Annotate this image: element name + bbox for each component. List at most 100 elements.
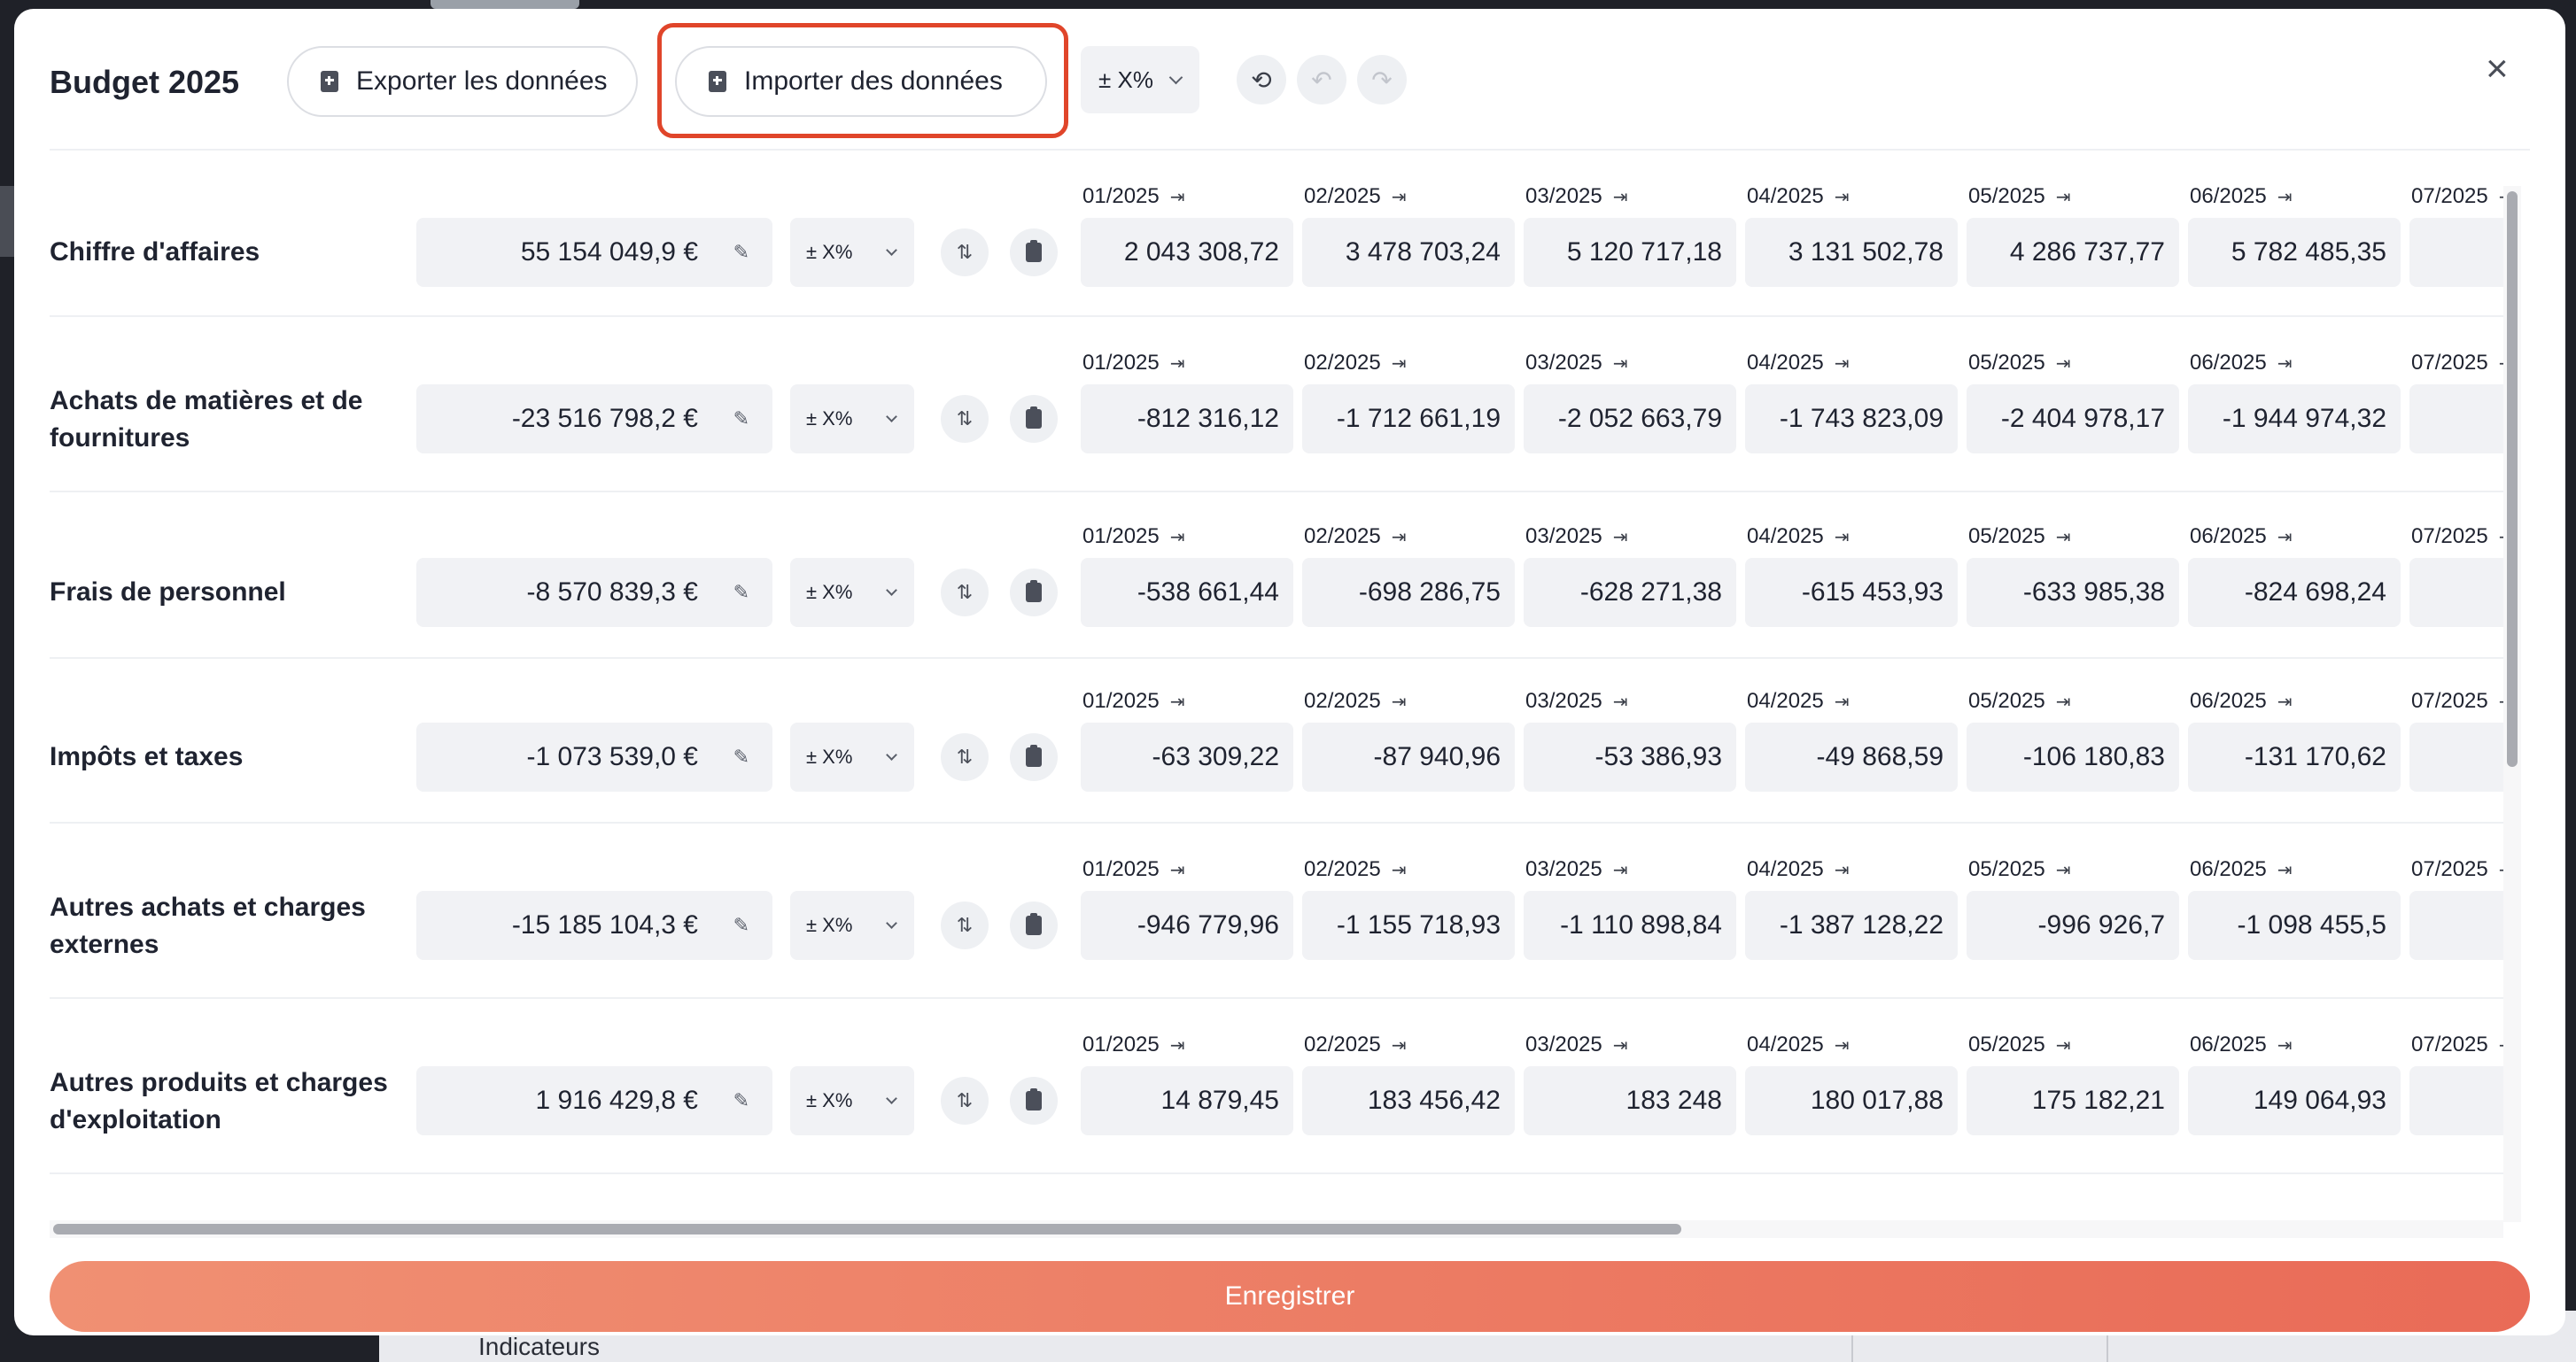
row-total-field[interactable]: -1 073 539,0 € ✎ [416, 723, 772, 792]
month-value-input[interactable]: -812 316,12 [1081, 384, 1293, 453]
month-value-input[interactable]: -53 386,93 [1524, 723, 1736, 792]
month-value-input[interactable]: -76 [2409, 558, 2503, 627]
swap-button[interactable]: ⇅ [941, 228, 989, 276]
month-value-input[interactable]: 2 043 308,72 [1081, 218, 1293, 287]
month-value-input[interactable]: 17 [2409, 1066, 2503, 1135]
arrow-to-right-icon[interactable]: ⇥ [1392, 188, 1407, 207]
arrow-to-right-icon[interactable]: ⇥ [2056, 528, 2071, 547]
export-data-button[interactable]: Exporter les données [287, 46, 638, 117]
month-value-input[interactable]: 183 248 [1524, 1066, 1736, 1135]
arrow-to-right-icon[interactable]: ⇥ [1392, 528, 1407, 547]
paste-button[interactable] [1010, 395, 1058, 443]
arrow-to-right-icon[interactable]: ⇥ [1392, 693, 1407, 712]
swap-button[interactable]: ⇅ [941, 902, 989, 949]
arrow-to-right-icon[interactable]: ⇥ [1835, 354, 1850, 374]
month-value-input[interactable]: -1 110 898,84 [1524, 891, 1736, 960]
month-value-input[interactable]: 5 162 [2409, 218, 2503, 287]
arrow-to-right-icon[interactable]: ⇥ [1835, 528, 1850, 547]
arrow-to-right-icon[interactable]: ⇥ [1835, 1036, 1850, 1056]
month-value-input[interactable]: -628 271,38 [1524, 558, 1736, 627]
swap-button[interactable]: ⇅ [941, 569, 989, 616]
pencil-icon[interactable]: ✎ [733, 241, 749, 264]
arrow-to-right-icon[interactable]: ⇥ [1835, 693, 1850, 712]
arrow-to-right-icon[interactable]: ⇥ [1613, 861, 1628, 880]
month-value-input[interactable]: 5 782 485,35 [2188, 218, 2401, 287]
pencil-icon[interactable]: ✎ [733, 581, 749, 604]
swap-button[interactable]: ⇅ [941, 733, 989, 781]
paste-button[interactable] [1010, 1077, 1058, 1125]
paste-button[interactable] [1010, 733, 1058, 781]
month-value-input[interactable]: -824 698,24 [2188, 558, 2401, 627]
history-button[interactable]: ⟲ [1237, 55, 1286, 104]
arrow-to-right-icon[interactable]: ⇥ [2056, 354, 2071, 374]
row-total-field[interactable]: 1 916 429,8 € ✎ [416, 1066, 772, 1135]
arrow-to-right-icon[interactable]: ⇥ [1170, 861, 1185, 880]
undo-button[interactable]: ↶ [1297, 55, 1346, 104]
month-value-input[interactable]: 175 182,21 [1967, 1066, 2179, 1135]
month-value-input[interactable]: -1 387 128,22 [1745, 891, 1958, 960]
month-value-input[interactable]: -131 170,62 [2188, 723, 2401, 792]
arrow-to-right-icon[interactable]: ⇥ [1613, 354, 1628, 374]
row-percent-select[interactable]: ± X% [790, 558, 914, 627]
month-value-input[interactable]: -996 926,7 [1967, 891, 2179, 960]
month-value-input[interactable]: -1 712 661,19 [1302, 384, 1515, 453]
month-value-input[interactable]: -633 985,38 [1967, 558, 2179, 627]
paste-button[interactable] [1010, 228, 1058, 276]
pencil-icon[interactable]: ✎ [733, 407, 749, 430]
arrow-to-right-icon[interactable]: ⇥ [1613, 528, 1628, 547]
month-value-input[interactable]: -615 453,93 [1745, 558, 1958, 627]
save-button[interactable]: Enregistrer [50, 1261, 2530, 1332]
row-percent-select[interactable]: ± X% [790, 384, 914, 453]
arrow-to-right-icon[interactable]: ⇥ [2277, 528, 2293, 547]
arrow-to-right-icon[interactable]: ⇥ [2056, 188, 2071, 207]
month-value-input[interactable]: -63 309,22 [1081, 723, 1293, 792]
month-value-input[interactable]: -698 286,75 [1302, 558, 1515, 627]
arrow-to-right-icon[interactable]: ⇥ [1392, 1036, 1407, 1056]
pencil-icon[interactable]: ✎ [733, 1089, 749, 1112]
arrow-to-right-icon[interactable]: ⇥ [2277, 693, 2293, 712]
arrow-to-right-icon[interactable]: ⇥ [1392, 354, 1407, 374]
month-value-input[interactable]: -49 868,59 [1745, 723, 1958, 792]
month-value-input[interactable]: -1 743 823,09 [1745, 384, 1958, 453]
arrow-to-right-icon[interactable]: ⇥ [1170, 693, 1185, 712]
arrow-to-right-icon[interactable]: ⇥ [1170, 1036, 1185, 1056]
month-value-input[interactable]: -87 940,96 [1302, 723, 1515, 792]
month-value-input[interactable]: 149 064,93 [2188, 1066, 2401, 1135]
month-value-input[interactable]: -2 052 663,79 [1524, 384, 1736, 453]
arrow-to-right-icon[interactable]: ⇥ [1835, 861, 1850, 880]
paste-button[interactable] [1010, 902, 1058, 949]
vertical-scrollbar-thumb[interactable] [2507, 191, 2518, 767]
redo-button[interactable]: ↷ [1357, 55, 1407, 104]
row-total-field[interactable]: -8 570 839,3 € ✎ [416, 558, 772, 627]
arrow-to-right-icon[interactable]: ⇥ [2277, 188, 2293, 207]
paste-button[interactable] [1010, 569, 1058, 616]
month-value-input[interactable]: -106 180,83 [1967, 723, 2179, 792]
horizontal-scrollbar-thumb[interactable] [53, 1224, 1681, 1234]
month-value-input[interactable]: -538 661,44 [1081, 558, 1293, 627]
month-value-input[interactable]: -2 404 978,17 [1967, 384, 2179, 453]
arrow-to-right-icon[interactable]: ⇥ [2056, 693, 2071, 712]
month-value-input[interactable]: 3 478 703,24 [1302, 218, 1515, 287]
month-value-input[interactable]: 5 120 717,18 [1524, 218, 1736, 287]
arrow-to-right-icon[interactable]: ⇥ [1170, 354, 1185, 374]
arrow-to-right-icon[interactable]: ⇥ [2277, 354, 2293, 374]
close-button[interactable]: × [2486, 50, 2509, 89]
row-total-field[interactable]: 55 154 049,9 € ✎ [416, 218, 772, 287]
month-value-input[interactable]: -66 [2409, 723, 2503, 792]
arrow-to-right-icon[interactable]: ⇥ [1170, 188, 1185, 207]
row-total-field[interactable]: -15 185 104,3 € ✎ [416, 891, 772, 960]
arrow-to-right-icon[interactable]: ⇥ [1613, 188, 1628, 207]
arrow-to-right-icon[interactable]: ⇥ [2056, 1036, 2071, 1056]
month-value-input[interactable]: 14 879,45 [1081, 1066, 1293, 1135]
arrow-to-right-icon[interactable]: ⇥ [1613, 693, 1628, 712]
row-total-field[interactable]: -23 516 798,2 € ✎ [416, 384, 772, 453]
row-percent-select[interactable]: ± X% [790, 1066, 914, 1135]
month-value-input[interactable]: 183 456,42 [1302, 1066, 1515, 1135]
arrow-to-right-icon[interactable]: ⇥ [1613, 1036, 1628, 1056]
swap-button[interactable]: ⇅ [941, 1077, 989, 1125]
arrow-to-right-icon[interactable]: ⇥ [1835, 188, 1850, 207]
arrow-to-right-icon[interactable]: ⇥ [2277, 1036, 2293, 1056]
swap-button[interactable]: ⇅ [941, 395, 989, 443]
pencil-icon[interactable]: ✎ [733, 746, 749, 769]
month-value-input[interactable]: -1 944 974,32 [2188, 384, 2401, 453]
